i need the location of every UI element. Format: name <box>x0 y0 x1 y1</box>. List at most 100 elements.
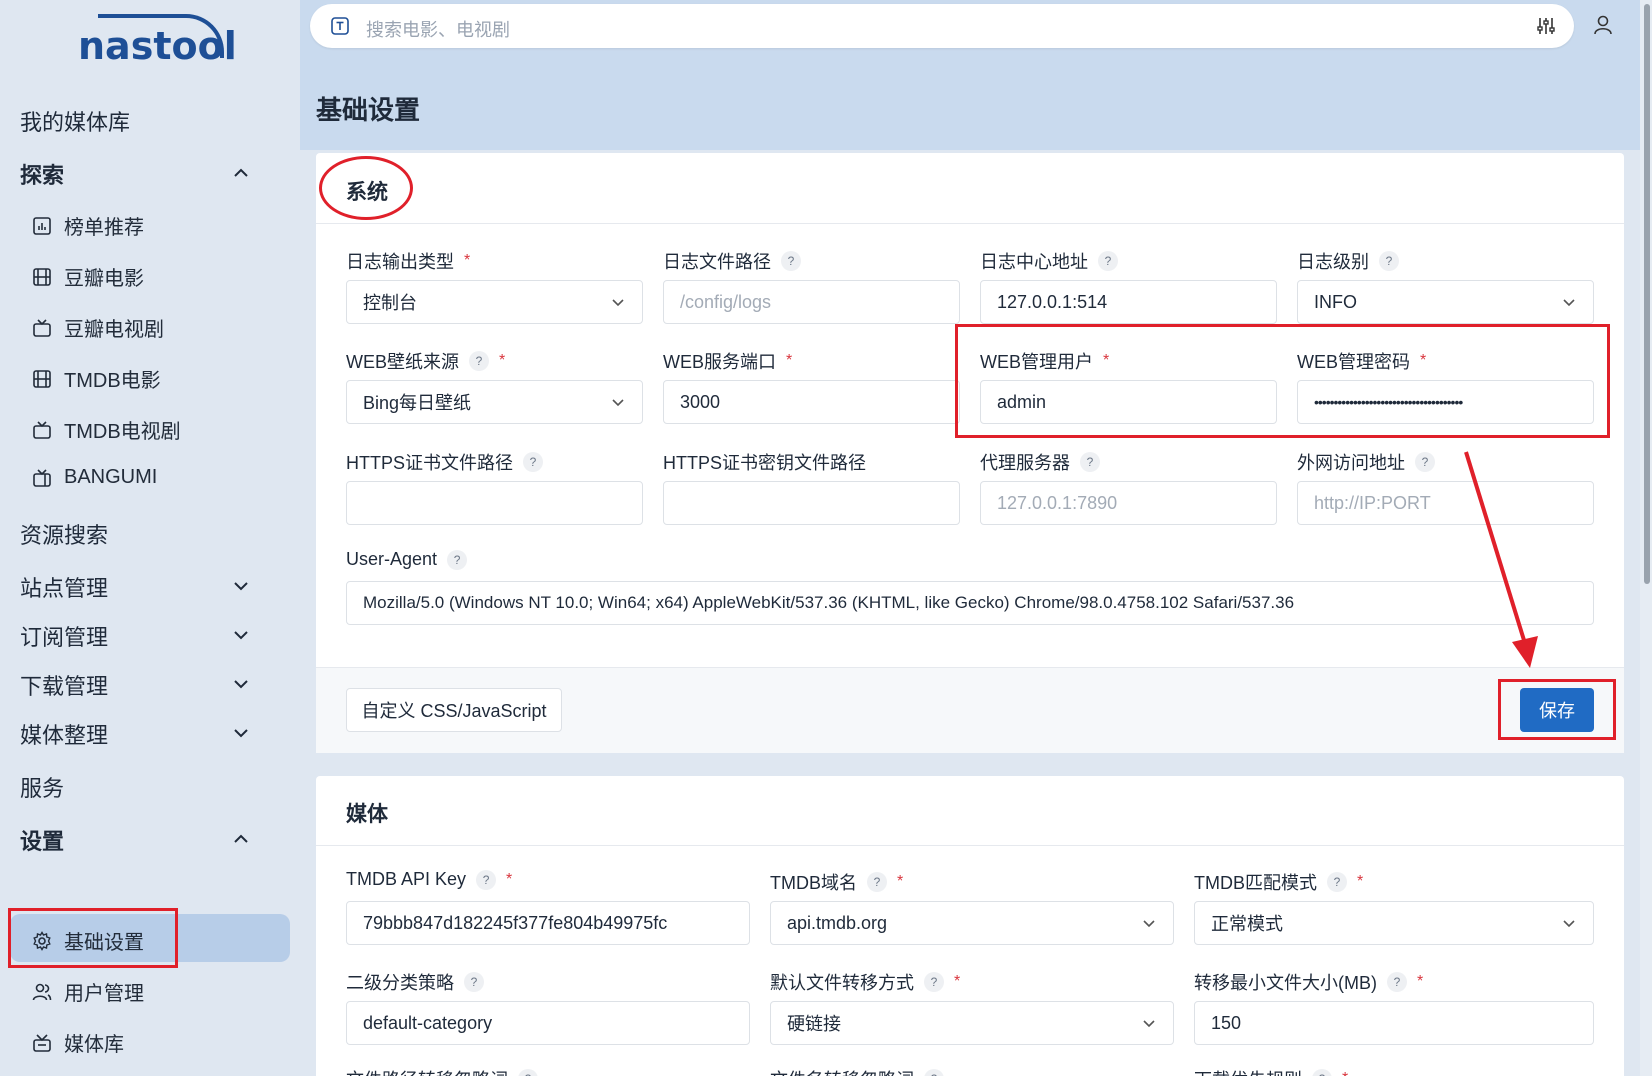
sidebar-item-label: BANGUMI <box>64 466 158 488</box>
nav-services[interactable]: 服务 <box>20 771 64 803</box>
annotation-arrow <box>1464 451 1538 668</box>
nav-group-organize-label: 媒体整理 <box>20 723 109 748</box>
log-path-input[interactable]: /config/logs <box>663 280 960 324</box>
sidebar-item-bangumi[interactable]: BANGUMI <box>32 466 157 489</box>
sidebar-item-douban-movie[interactable]: 豆瓣电影 <box>32 262 144 291</box>
filter-icon[interactable] <box>1536 16 1556 36</box>
scrollbar-thumb[interactable] <box>1644 4 1650 584</box>
help-icon[interactable]: ? <box>1098 251 1118 271</box>
help-icon[interactable]: ? <box>781 251 801 271</box>
nav-group-explore[interactable]: 探索 <box>20 158 280 190</box>
text-icon <box>330 16 350 36</box>
users-icon <box>32 982 52 1002</box>
required-mark: * <box>954 973 961 990</box>
select-value: 硬链接 <box>787 1014 841 1034</box>
label-text: HTTPS证书文件路径 <box>346 453 514 473</box>
search-input[interactable]: 搜索电影、电视剧 <box>366 16 510 42</box>
required-mark: * <box>1357 873 1364 890</box>
chevron-up-icon <box>232 828 250 846</box>
sidebar-item-ranking[interactable]: 榜单推荐 <box>32 211 144 240</box>
sidebar: nastool 我的媒体库 探索 榜单推荐 豆瓣电影 豆瓣电视剧 TMDB电影 … <box>0 0 300 1076</box>
chevron-down-icon <box>610 294 626 310</box>
label-text: User-Agent <box>346 549 438 569</box>
help-icon[interactable]: ? <box>469 351 490 371</box>
help-icon[interactable]: ? <box>1080 452 1100 472</box>
help-icon[interactable]: ? <box>1379 251 1399 271</box>
custom-css-button[interactable]: 自定义 CSS/JavaScript <box>346 688 562 732</box>
chart-icon <box>32 216 52 236</box>
chevron-down-icon <box>1561 915 1577 931</box>
select-value: 控制台 <box>363 293 417 313</box>
nav-group-subscribe[interactable]: 订阅管理 <box>20 620 280 652</box>
tmdb-key-label: TMDB API Key? * <box>346 869 512 890</box>
help-icon[interactable]: ? <box>523 452 544 472</box>
help-icon[interactable]: ? <box>476 869 497 890</box>
label-text: 转移最小文件大小(MB) <box>1194 973 1377 993</box>
library-icon <box>32 1033 52 1053</box>
help-icon[interactable]: ? <box>1312 1069 1332 1076</box>
category-label: 二级分类策略? <box>346 969 484 995</box>
user-icon[interactable] <box>1592 14 1614 36</box>
label-text: WEB壁纸来源 <box>346 352 460 372</box>
log-level-label: 日志级别? <box>1297 248 1399 274</box>
tmdb-match-label: TMDB匹配模式? * <box>1194 869 1363 895</box>
sidebar-item-users[interactable]: 用户管理 <box>32 977 144 1006</box>
label-text: HTTPS证书密钥文件路径 <box>663 453 867 473</box>
chevron-down-icon <box>232 575 250 593</box>
user-agent-input[interactable]: Mozilla/5.0 (Windows NT 10.0; Win64; x64… <box>346 581 1594 625</box>
label-text: 日志中心地址 <box>980 252 1088 272</box>
sidebar-item-tmdb-movie[interactable]: TMDB电影 <box>32 364 161 393</box>
log-type-select[interactable]: 控制台 <box>346 280 643 324</box>
nav-group-download-label: 下载管理 <box>20 674 109 699</box>
annotation-box-save <box>1498 679 1616 740</box>
help-icon[interactable]: ? <box>447 549 468 570</box>
help-icon[interactable]: ? <box>924 972 944 992</box>
transfer-mode-label: 默认文件转移方式? * <box>770 969 960 995</box>
min-size-input[interactable]: 150 <box>1194 1001 1594 1045</box>
sidebar-item-label: 榜单推荐 <box>64 217 144 239</box>
nav-library[interactable]: 我的媒体库 <box>20 105 130 137</box>
nav-group-settings[interactable]: 设置 <box>20 824 280 856</box>
tv-retro-icon <box>32 468 52 488</box>
tmdb-match-select[interactable]: 正常模式 <box>1194 901 1594 945</box>
label-text: 日志输出类型 <box>346 252 454 272</box>
tmdb-domain-select[interactable]: api.tmdb.org <box>770 901 1174 945</box>
proxy-label: 代理服务器? <box>980 449 1100 475</box>
annotation-box-basic-settings <box>8 908 178 968</box>
nav-group-sites[interactable]: 站点管理 <box>20 571 280 603</box>
sidebar-item-media-library[interactable]: 媒体库 <box>32 1028 124 1057</box>
https-cert-label: HTTPS证书文件路径? <box>346 449 544 475</box>
tmdb-key-input[interactable]: 79bbb847d182245f377fe804b49975fc <box>346 901 750 945</box>
help-icon[interactable]: ? <box>1327 872 1347 892</box>
wallpaper-select[interactable]: Bing每日壁纸 <box>346 380 643 424</box>
category-input[interactable]: default-category <box>346 1001 750 1045</box>
film-icon <box>32 369 52 389</box>
help-icon[interactable]: ? <box>1387 972 1407 992</box>
https-cert-input[interactable] <box>346 481 643 525</box>
web-port-input[interactable]: 3000 <box>663 380 960 424</box>
sidebar-item-douban-tv[interactable]: 豆瓣电视剧 <box>32 313 164 342</box>
label-text: 文件路径转移忽略词 <box>346 1066 508 1076</box>
label-text: 文件名转移忽略词 <box>770 1066 914 1076</box>
log-level-select[interactable]: INFO <box>1297 280 1594 324</box>
nav-group-download[interactable]: 下载管理 <box>20 669 280 701</box>
help-icon[interactable]: ? <box>518 1069 538 1076</box>
select-value: api.tmdb.org <box>787 912 888 933</box>
https-key-input[interactable] <box>663 481 960 525</box>
search-bar[interactable]: 搜索电影、电视剧 <box>310 4 1574 48</box>
nav-group-organize[interactable]: 媒体整理 <box>20 718 280 750</box>
help-icon[interactable]: ? <box>1415 452 1435 472</box>
help-icon[interactable]: ? <box>924 1069 944 1076</box>
chevron-down-icon <box>1141 915 1157 931</box>
help-icon[interactable]: ? <box>464 972 484 992</box>
sidebar-item-label: TMDB电视剧 <box>64 421 181 443</box>
log-center-input[interactable]: 127.0.0.1:514 <box>980 280 1277 324</box>
nav-resource-search[interactable]: 资源搜索 <box>20 518 108 550</box>
required-mark: * <box>786 352 793 369</box>
proxy-input[interactable]: 127.0.0.1:7890 <box>980 481 1277 525</box>
label-text: 代理服务器 <box>980 453 1070 473</box>
help-icon[interactable]: ? <box>867 872 887 892</box>
sidebar-item-tmdb-tv[interactable]: TMDB电视剧 <box>32 415 181 444</box>
transfer-mode-select[interactable]: 硬链接 <box>770 1001 1174 1045</box>
app-logo[interactable]: nastool <box>78 24 237 68</box>
